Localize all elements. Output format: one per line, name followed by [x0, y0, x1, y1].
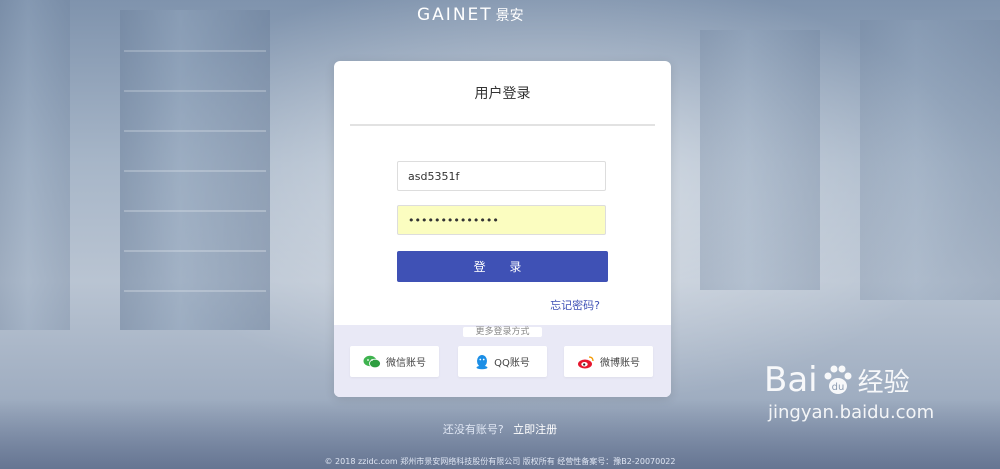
username-input[interactable] [397, 161, 606, 191]
social-login-area: 更多登录方式 微信账号 QQ账号 微博账号 [334, 325, 671, 397]
brand-logo: GAINET 景安 [417, 4, 592, 26]
password-input[interactable] [397, 205, 606, 235]
watermark-bai: Bai [764, 360, 818, 400]
watermark-url: jingyan.baidu.com [768, 402, 935, 423]
weibo-login-label: 微博账号 [600, 358, 640, 369]
login-title: 用户登录 [474, 86, 531, 102]
baidu-watermark: Bai du 经验 jingyan.baidu.com [764, 360, 964, 450]
svg-text:du: du [831, 382, 844, 393]
weibo-login-button[interactable]: 微博账号 [564, 346, 653, 377]
server-rack [700, 30, 820, 290]
server-rack [860, 20, 1000, 300]
title-divider [350, 124, 655, 126]
social-login-label: 更多登录方式 [463, 327, 542, 337]
server-rack [120, 10, 270, 330]
brand-name: GAINET [417, 5, 493, 25]
register-link[interactable]: 立即注册 [513, 423, 557, 436]
login-button[interactable]: 登 录 [397, 251, 608, 282]
qq-icon [475, 354, 489, 370]
qq-login-button[interactable]: QQ账号 [458, 346, 547, 377]
wechat-icon [363, 355, 381, 369]
watermark-jingyan: 经验 [857, 367, 910, 398]
qq-login-label: QQ账号 [494, 358, 530, 369]
wechat-login-label: 微信账号 [386, 358, 426, 369]
register-question: 还没有账号? [442, 423, 504, 436]
weibo-icon [577, 355, 595, 369]
brand-sub: 景安 [495, 8, 524, 24]
baidu-paw-icon: du [820, 362, 856, 398]
footer-copyright: © 2018 zzidc.com 郑州市景安网络科技股份有限公司 版权所有 经营… [324, 457, 676, 466]
login-card: 用户登录 登 录 忘记密码? 更多登录方式 微信账号 [334, 61, 671, 397]
forgot-password-link[interactable]: 忘记密码? [550, 297, 600, 313]
wechat-login-button[interactable]: 微信账号 [350, 346, 439, 377]
server-rack [0, 0, 70, 330]
